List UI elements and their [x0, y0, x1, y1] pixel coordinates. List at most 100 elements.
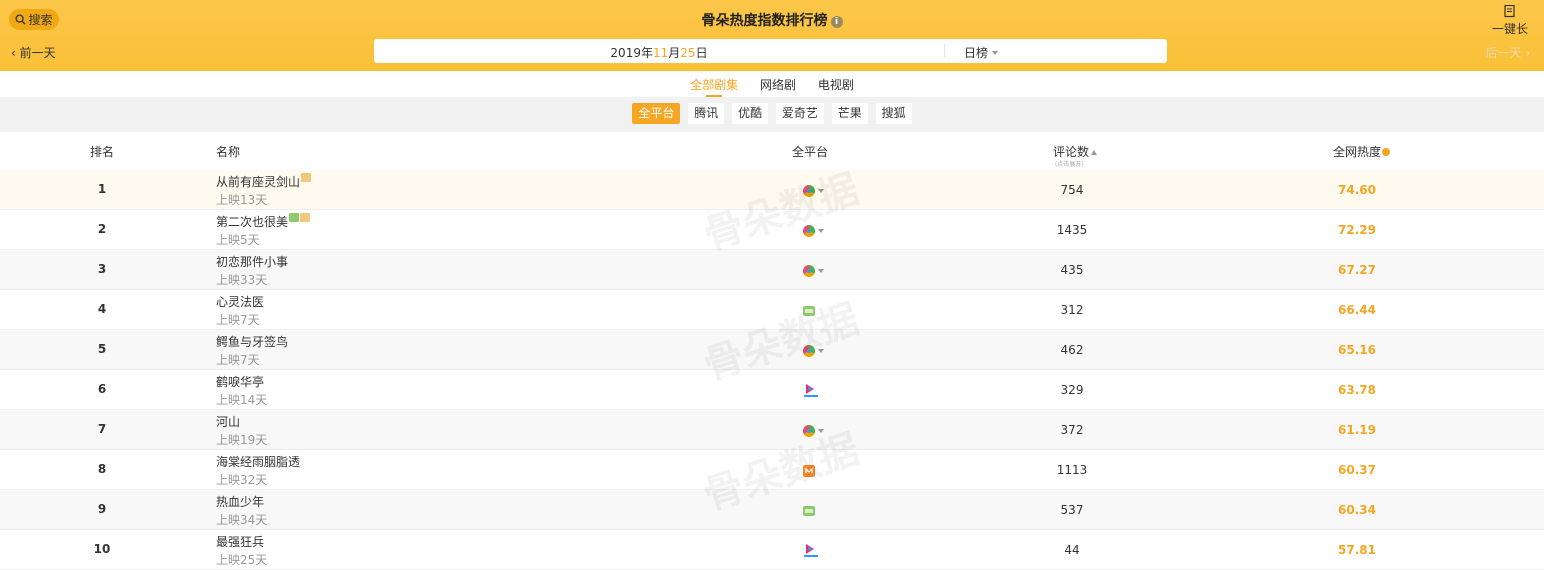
next-day-button[interactable]: 后一天 › [1485, 44, 1530, 61]
platform-all[interactable]: 全平台 [632, 103, 681, 124]
tab-web[interactable]: 网络剧 [760, 71, 796, 97]
sort-icon [1091, 150, 1098, 155]
comment-count: 537 [1060, 503, 1084, 517]
title-cell[interactable]: 鹤唳华亭 [216, 373, 264, 390]
show-title[interactable]: 最强狂兵 [216, 535, 264, 549]
table-row[interactable]: 1 从前有座灵剑山 上映13天 754 74.60 [0, 170, 1544, 210]
rank-cell: 8 [97, 462, 107, 476]
info-icon[interactable]: i [830, 16, 843, 28]
date-month-char: 月 [668, 46, 681, 60]
show-title[interactable]: 海棠经雨胭脂透 [216, 455, 300, 469]
table-row[interactable]: 3 初恋那件小事 上映33天 435 67.27 [0, 250, 1544, 290]
chevron-down-icon[interactable] [818, 189, 824, 193]
comment-count: 44 [1064, 543, 1080, 557]
header-heat: 全网热度 [1333, 143, 1391, 160]
heat-value: 66.44 [1338, 303, 1376, 317]
multi-platform-icon [803, 264, 815, 277]
date-selector[interactable]: 2019年11月25日 日榜 [374, 39, 1167, 63]
header-comments[interactable]: 评论数 [1053, 143, 1098, 160]
document-icon [1504, 5, 1515, 18]
heat-info-icon[interactable] [1382, 148, 1391, 156]
table-row[interactable]: 7 河山 上映19天 372 61.19 [0, 410, 1544, 450]
rank-cell: 6 [97, 382, 107, 396]
category-tabs: 全部剧集 网络剧 电视剧 [0, 71, 1544, 97]
page-title: 骨朵热度指数排行榜 i [0, 10, 1544, 30]
release-days: 上映32天 [216, 473, 268, 487]
show-title[interactable]: 鹤唳华亭 [216, 375, 264, 389]
period-dropdown[interactable]: 日榜 [964, 44, 999, 61]
show-title[interactable]: 从前有座灵剑山 [216, 175, 300, 189]
title-cell[interactable]: 从前有座灵剑山 [216, 173, 312, 190]
multi-platform-icon [803, 344, 815, 357]
multi-platform-icon [803, 224, 815, 237]
date-day: 25 [680, 46, 696, 60]
date-display[interactable]: 2019年11月25日 [374, 44, 944, 61]
platform-tencent[interactable]: 腾讯 [688, 103, 725, 124]
release-days: 上映13天 [216, 193, 268, 207]
release-days: 上映25天 [216, 553, 268, 567]
prev-day-button[interactable]: ‹ 前一天 [11, 44, 56, 61]
table-row[interactable]: 6 鹤唳华亭 上映14天 329 63.78 [0, 370, 1544, 410]
platform-youku[interactable]: 优酷 [732, 103, 769, 124]
oneclick-label: 一键长 [1491, 22, 1528, 36]
title-cell[interactable]: 热血少年 [216, 493, 264, 510]
comment-count: 1113 [1056, 463, 1088, 477]
show-title[interactable]: 河山 [216, 415, 240, 429]
platform-cell [803, 503, 815, 517]
title-cell[interactable]: 海棠经雨胭脂透 [216, 453, 300, 470]
table-row[interactable]: 2 第二次也很美 上映5天 1435 72.29 [0, 210, 1544, 250]
date-year: 2019 [610, 46, 641, 60]
platform-cell [803, 543, 819, 558]
title-cell[interactable]: 鳄鱼与牙签鸟 [216, 333, 288, 350]
table-row[interactable]: 5 鳄鱼与牙签鸟 上映7天 462 65.16 [0, 330, 1544, 370]
rank-cell: 10 [93, 542, 111, 556]
show-title[interactable]: 心灵法医 [216, 295, 264, 309]
divider [944, 44, 945, 58]
heat-value: 60.37 [1338, 463, 1376, 477]
heat-value: 65.16 [1338, 343, 1376, 357]
table-row[interactable]: 4 心灵法医 上映7天 312 66.44 [0, 290, 1544, 330]
header-name: 名称 [216, 145, 241, 159]
green-tag-icon [289, 213, 300, 222]
iqiyi-icon [803, 305, 815, 316]
title-cell[interactable]: 心灵法医 [216, 293, 264, 310]
multi-platform-icon [803, 184, 815, 197]
chevron-down-icon[interactable] [818, 349, 824, 353]
comment-count: 462 [1060, 343, 1084, 357]
chevron-down-icon[interactable] [818, 429, 824, 433]
show-title[interactable]: 第二次也很美 [216, 215, 288, 229]
platform-mango[interactable]: 芒果 [831, 103, 868, 124]
chevron-right-icon: › [1525, 46, 1530, 60]
rank-cell: 1 [97, 182, 107, 196]
title-cell[interactable]: 最强狂兵 [216, 533, 264, 550]
platform-iqiyi[interactable]: 爱奇艺 [775, 103, 824, 124]
platform-cell [803, 263, 824, 277]
table-row[interactable]: 8 海棠经雨胭脂透 上映32天 1113 60.37 [0, 450, 1544, 490]
header-bar: 搜索 骨朵热度指数排行榜 i 一键长 ‹ 前一天 后一天 › 2019年11月25… [0, 0, 1544, 71]
show-title[interactable]: 初恋那件小事 [216, 255, 288, 269]
title-cell[interactable]: 初恋那件小事 [216, 253, 288, 270]
ranking-table: 1 从前有座灵剑山 上映13天 754 74.60 2 第二次也很美 上映5天 1435 72.2… [0, 170, 1544, 570]
table-row[interactable]: 10 最强狂兵 上映25天 44 57.81 [0, 530, 1544, 570]
platform-cell [803, 343, 824, 357]
rank-cell: 3 [97, 262, 107, 276]
chevron-down-icon[interactable] [818, 269, 824, 273]
heat-value: 74.60 [1338, 183, 1376, 197]
chevron-left-icon: ‹ [11, 46, 16, 60]
title-cell[interactable]: 第二次也很美 [216, 213, 311, 230]
rank-cell: 5 [97, 342, 107, 356]
platform-sohu[interactable]: 搜狐 [875, 103, 912, 124]
tab-tv[interactable]: 电视剧 [818, 71, 854, 97]
platform-cell [803, 183, 824, 197]
tab-all[interactable]: 全部剧集 [690, 71, 738, 97]
release-days: 上映7天 [216, 353, 260, 367]
next-day-label: 后一天 [1485, 46, 1522, 60]
chevron-down-icon[interactable] [818, 229, 824, 233]
mango-icon [803, 464, 815, 477]
title-cell[interactable]: 河山 [216, 413, 240, 430]
show-title[interactable]: 热血少年 [216, 495, 264, 509]
release-days: 上映33天 [216, 273, 268, 287]
show-title[interactable]: 鳄鱼与牙签鸟 [216, 335, 288, 349]
table-row[interactable]: 9 热血少年 上映34天 537 60.34 [0, 490, 1544, 530]
oneclick-button[interactable]: 一键长 [1490, 5, 1530, 37]
